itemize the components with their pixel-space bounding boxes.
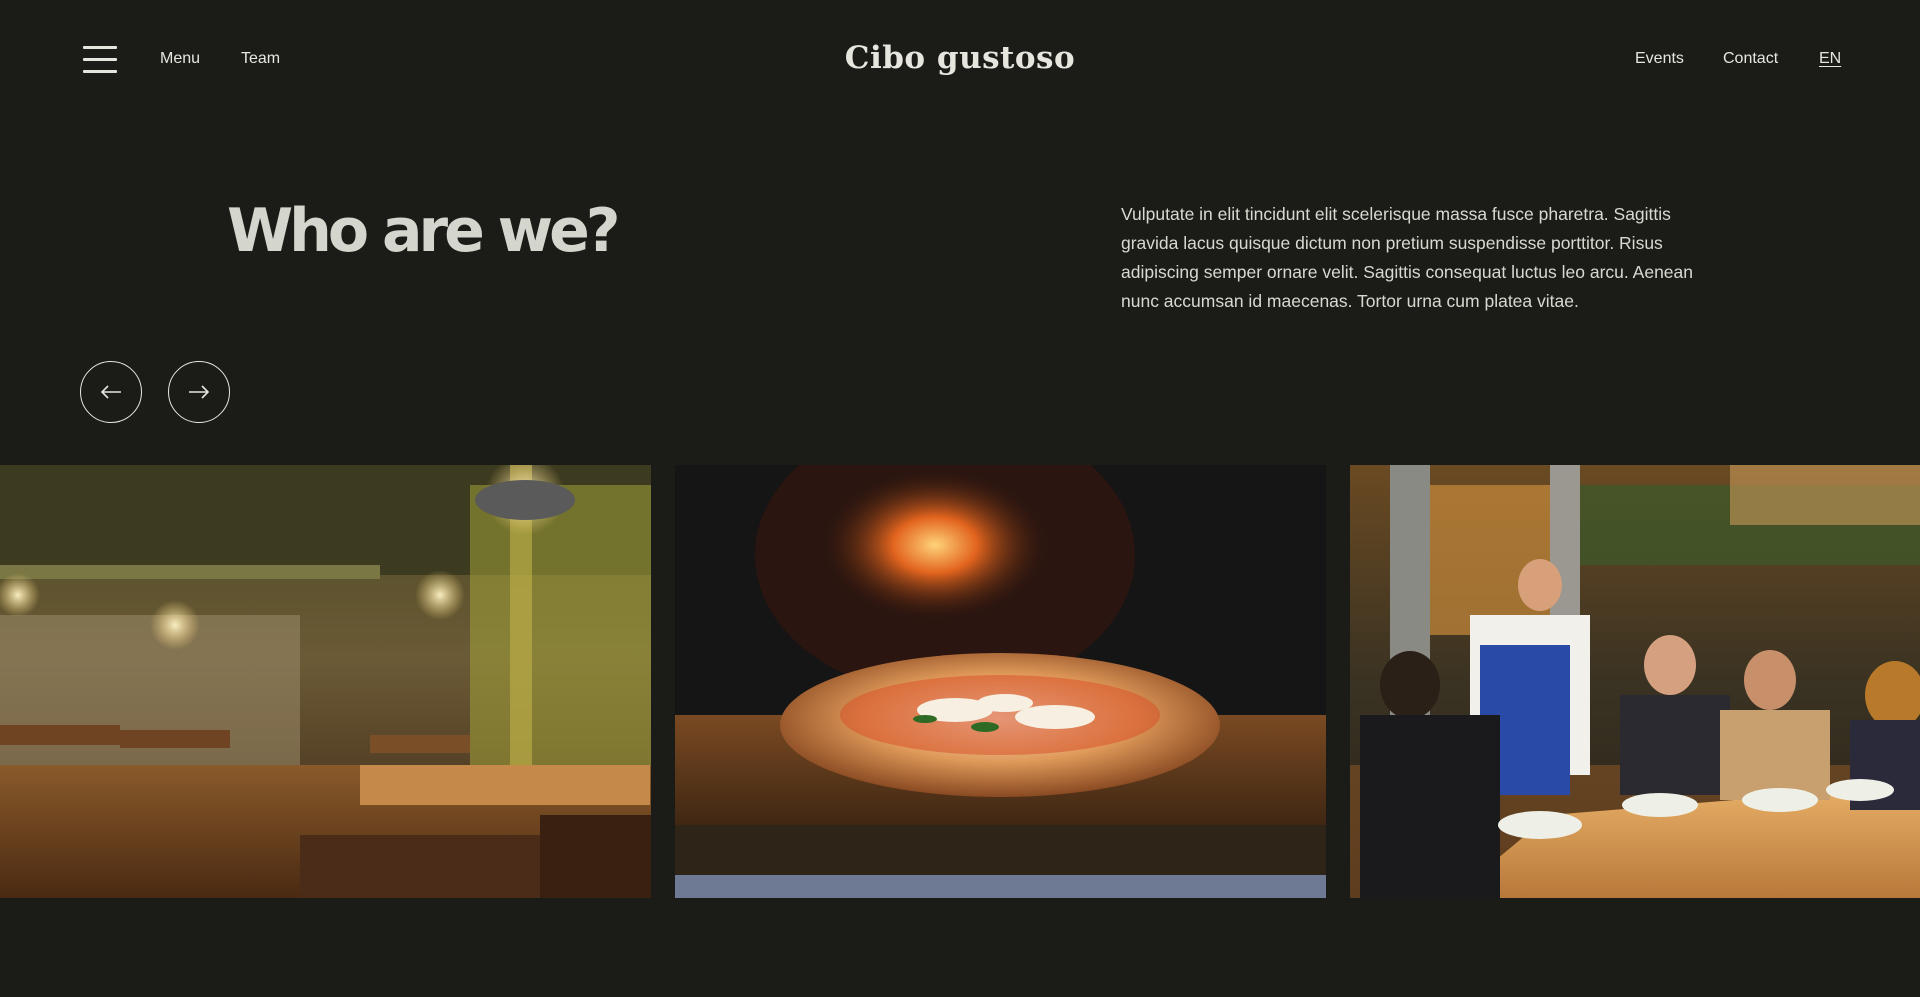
nav-link-events[interactable]: Events xyxy=(1635,49,1684,69)
gallery-image-pizza xyxy=(675,465,1326,898)
diners-photo xyxy=(1350,465,1920,898)
hamburger-line xyxy=(83,70,117,73)
carousel-prev-button[interactable] xyxy=(80,361,142,423)
carousel-next-button[interactable] xyxy=(168,361,230,423)
restaurant-interior-photo xyxy=(0,465,651,898)
page-title: Who are we? xyxy=(227,196,621,266)
arrow-right-icon xyxy=(189,385,210,399)
logo-container: Cibo gustoso xyxy=(0,38,1920,78)
hamburger-menu-icon[interactable] xyxy=(83,46,117,74)
logo[interactable]: Cibo gustoso xyxy=(845,40,1075,76)
gallery-image-restaurant-interior xyxy=(0,465,651,898)
intro-paragraph: Vulputate in elit tincidunt elit sceleri… xyxy=(1121,204,1693,311)
arrow-left-icon xyxy=(100,385,121,399)
hamburger-line xyxy=(83,58,117,61)
language-switcher[interactable]: EN xyxy=(1819,49,1841,69)
hamburger-line xyxy=(83,46,117,49)
nav-link-contact[interactable]: Contact xyxy=(1723,49,1778,69)
nav-link-menu[interactable]: Menu xyxy=(160,49,200,69)
nav-link-team[interactable]: Team xyxy=(241,49,280,69)
pizza-photo xyxy=(675,465,1326,898)
gallery-image-diners xyxy=(1350,465,1920,898)
